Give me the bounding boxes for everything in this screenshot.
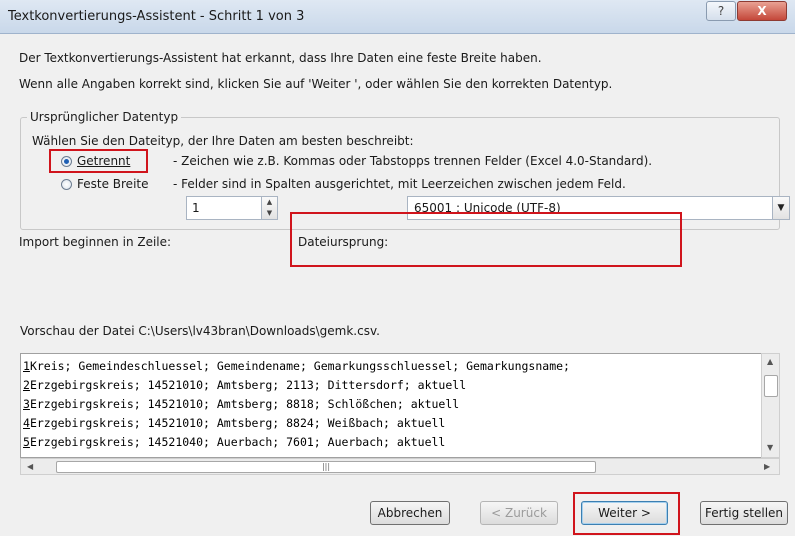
scroll-right-icon[interactable]: ▶ — [764, 462, 770, 471]
preview-line: 1Kreis; Gemeindeschluessel; Gemeindename… — [23, 359, 570, 373]
intro-line-1: Der Textkonvertierungs-Assistent hat erk… — [19, 51, 542, 65]
preview-area[interactable]: 1Kreis; Gemeindeschluessel; Gemeindename… — [20, 353, 780, 458]
intro-line-2: Wenn alle Angaben korrekt sind, klicken … — [19, 77, 613, 91]
preview-line-number: 5 — [23, 435, 30, 449]
horizontal-scroll-thumb[interactable]: ||| — [56, 461, 596, 473]
cancel-button[interactable]: Abbrechen — [370, 501, 450, 525]
preview-horizontal-scrollbar[interactable]: ◀ ||| ▶ — [20, 458, 780, 475]
highlight-next-box — [573, 492, 680, 535]
import-start-input[interactable]: 1 — [186, 196, 262, 220]
option-fixed-width-description: - Felder sind in Spalten ausgerichtet, m… — [173, 177, 626, 191]
highlight-file-origin-box — [290, 212, 682, 267]
spin-up-icon[interactable]: ▲ — [262, 197, 277, 208]
preview-line: 4Erzgebirgskreis; 14521010; Amtsberg; 88… — [23, 416, 445, 430]
help-button[interactable]: ? — [706, 1, 736, 21]
preview-line: 2Erzgebirgskreis; 14521010; Amtsberg; 21… — [23, 378, 466, 392]
text-import-wizard-dialog: Textkonvertierungs-Assistent - Schritt 1… — [0, 0, 795, 536]
preview-line-text: Erzgebirgskreis; 14521010; Amtsberg; 882… — [29, 416, 446, 430]
option-fixed-width-label[interactable]: Feste Breite — [77, 177, 149, 191]
datatype-prompt: Wählen Sie den Dateityp, der Ihre Daten … — [32, 134, 414, 148]
finish-button[interactable]: Fertig stellen — [700, 501, 788, 525]
close-button[interactable]: X — [737, 1, 787, 21]
preview-line-text: Erzgebirgskreis; 14521010; Amtsberg; 881… — [29, 397, 460, 411]
preview-line-number: 1 — [23, 359, 30, 373]
import-start-label: Import beginnen in Zeile: — [19, 235, 172, 249]
scroll-down-icon[interactable]: ▼ — [767, 443, 773, 452]
preview-line-number: 2 — [23, 378, 30, 392]
back-button[interactable]: < Zurück — [480, 501, 558, 525]
window-title: Textkonvertierungs-Assistent - Schritt 1… — [8, 9, 305, 24]
preview-line: 5Erzgebirgskreis; 14521040; Auerbach; 76… — [23, 435, 445, 449]
import-start-spinner[interactable]: ▲ ▼ — [261, 196, 278, 220]
preview-line-number: 4 — [23, 416, 30, 430]
preview-label: Vorschau der Datei C:\Users\lv43bran\Dow… — [20, 324, 380, 338]
datatype-group-legend: Ursprünglicher Datentyp — [27, 110, 182, 124]
vertical-scroll-thumb[interactable] — [764, 375, 778, 397]
preview-line-text: Erzgebirgskreis; 14521010; Amtsberg; 211… — [29, 378, 467, 392]
spin-down-icon[interactable]: ▼ — [262, 208, 277, 219]
radio-fixed-width-icon[interactable] — [61, 179, 72, 190]
highlight-delimited-box — [49, 149, 148, 173]
preview-line-text: Kreis; Gemeindeschluessel; Gemeindename;… — [29, 359, 570, 373]
preview-line-number: 3 — [23, 397, 30, 411]
preview-line: 3Erzgebirgskreis; 14521010; Amtsberg; 88… — [23, 397, 459, 411]
scroll-up-icon[interactable]: ▲ — [767, 357, 773, 366]
preview-vertical-scrollbar[interactable]: ▲ ▼ — [761, 353, 780, 458]
chevron-down-icon[interactable]: ▼ — [772, 196, 790, 220]
preview-line-text: Erzgebirgskreis; 14521040; Auerbach; 760… — [29, 435, 446, 449]
option-delimited-description: - Zeichen wie z.B. Kommas oder Tabstopps… — [173, 154, 653, 168]
scroll-left-icon[interactable]: ◀ — [27, 462, 33, 471]
title-bar: Textkonvertierungs-Assistent - Schritt 1… — [0, 0, 795, 34]
